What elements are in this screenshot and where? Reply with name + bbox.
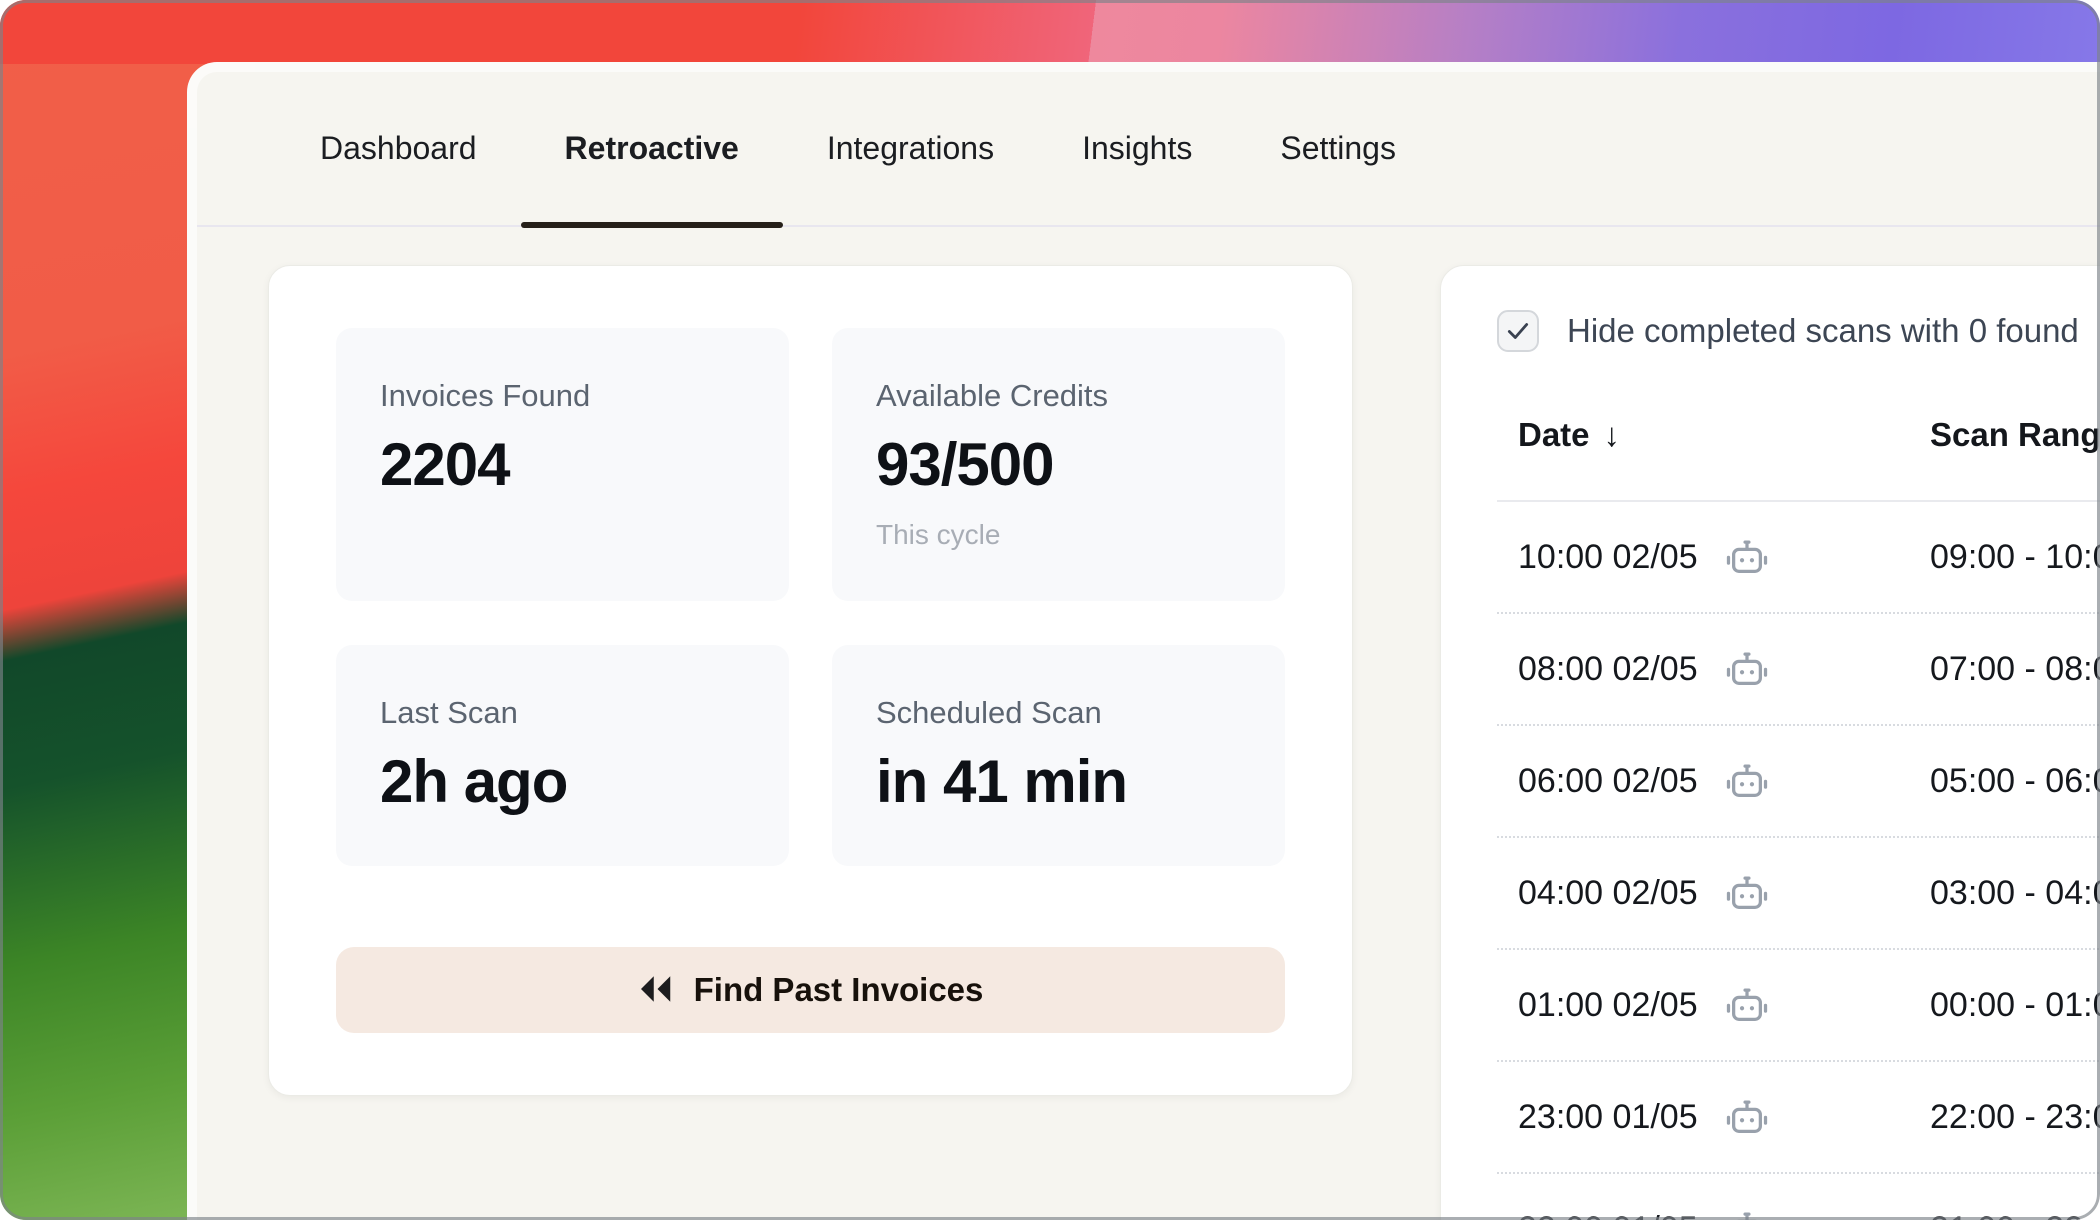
scan-row[interactable]: 22:00 01/05: [1497, 1174, 2100, 1220]
tab-label: Retroactive: [565, 130, 739, 167]
tab-label: Settings: [1280, 130, 1396, 167]
scan-date-cell: 04:00 02/05: [1518, 872, 1930, 914]
stat-tiles: Invoices Found 2204 Available Credits 93…: [336, 328, 1285, 866]
bot-icon: [1724, 1208, 1770, 1220]
active-tab-underline: [521, 222, 783, 228]
tab-integrations[interactable]: Integrations: [783, 72, 1038, 225]
tab-retroactive[interactable]: Retroactive: [521, 72, 783, 225]
scan-date-cell: 23:00 01/05: [1518, 1096, 1930, 1138]
scan-date-cell: 06:00 02/05: [1518, 760, 1930, 802]
find-past-invoices-button[interactable]: Find Past Invoices: [336, 947, 1285, 1033]
scan-row[interactable]: 06:00 02/05: [1497, 726, 2100, 838]
stat-label: Last Scan: [380, 695, 745, 731]
scan-range-cell: 00:00 - 01:00: [1930, 986, 2100, 1025]
scan-range-cell: 05:00 - 06:00: [1930, 762, 2100, 801]
tab-label: Integrations: [827, 130, 994, 167]
scan-row[interactable]: 04:00 02/05: [1497, 838, 2100, 950]
scan-date-cell: 10:00 02/05: [1518, 536, 1930, 578]
tab-insights[interactable]: Insights: [1038, 72, 1236, 225]
bot-icon: [1724, 1096, 1770, 1138]
hide-completed-checkbox[interactable]: [1497, 310, 1539, 352]
column-header-date[interactable]: Date ↓: [1518, 416, 1930, 454]
scan-row[interactable]: 23:00 01/05: [1497, 1062, 2100, 1174]
scan-range-cell: 09:00 - 10:00: [1930, 538, 2100, 577]
column-header-scan-range: Scan Range: [1930, 416, 2100, 454]
table-header-row: Date ↓ Scan Range: [1497, 416, 2100, 502]
stat-tile-invoices-found: Invoices Found 2204: [336, 328, 789, 601]
stat-value: in 41 min: [876, 747, 1241, 816]
stat-tile-last-scan: Last Scan 2h ago: [336, 645, 789, 866]
tab-label: Insights: [1082, 130, 1192, 167]
scan-row[interactable]: 10:00 02/05: [1497, 502, 2100, 614]
stat-value: 2h ago: [380, 747, 745, 816]
scan-row[interactable]: 01:00 02/05: [1497, 950, 2100, 1062]
scan-date-cell: 08:00 02/05: [1518, 648, 1930, 690]
tab-bar: Dashboard Retroactive Integrations Insig…: [197, 72, 2100, 227]
sort-descending-icon: ↓: [1604, 416, 1621, 454]
stat-label: Scheduled Scan: [876, 695, 1241, 731]
stat-label: Invoices Found: [380, 378, 745, 414]
bot-icon: [1724, 536, 1770, 578]
bot-icon: [1724, 648, 1770, 690]
wallpaper-top: [0, 0, 2100, 64]
scan-date-cell: 01:00 02/05: [1518, 984, 1930, 1026]
tab-dashboard[interactable]: Dashboard: [276, 72, 521, 225]
scan-row[interactable]: 08:00 02/05: [1497, 614, 2100, 726]
bot-icon: [1724, 872, 1770, 914]
stat-tile-scheduled-scan: Scheduled Scan in 41 min: [832, 645, 1285, 866]
hide-completed-label[interactable]: Hide completed scans with 0 found: [1567, 312, 2079, 350]
stat-note: This cycle: [876, 519, 1241, 551]
stat-value: 2204: [380, 430, 745, 499]
stat-value: 93/500: [876, 430, 1241, 499]
scans-table: Date ↓ Scan Range 10:00 02/05: [1497, 416, 2100, 1220]
rewind-icon: [638, 973, 674, 1008]
button-label: Find Past Invoices: [694, 971, 984, 1009]
scan-range-cell: 03:00 - 04:00: [1930, 874, 2100, 913]
tab-settings[interactable]: Settings: [1236, 72, 1440, 225]
filter-row: Hide completed scans with 0 found: [1497, 310, 2100, 352]
scans-panel: Hide completed scans with 0 found Date ↓…: [1440, 265, 2100, 1220]
stat-label: Available Credits: [876, 378, 1241, 414]
tab-label: Dashboard: [320, 130, 477, 167]
scan-date-cell: 22:00 01/05: [1518, 1208, 1930, 1220]
checkmark-icon: [1505, 318, 1531, 344]
app-window: Dashboard Retroactive Integrations Insig…: [187, 62, 2100, 1220]
scan-range-cell: 21:00 - 22:00: [1930, 1210, 2100, 1220]
screen: Dashboard Retroactive Integrations Insig…: [0, 0, 2100, 1220]
bot-icon: [1724, 984, 1770, 1026]
stat-tile-available-credits: Available Credits 93/500 This cycle: [832, 328, 1285, 601]
scan-range-cell: 07:00 - 08:00: [1930, 650, 2100, 689]
scan-range-cell: 22:00 - 23:00: [1930, 1098, 2100, 1137]
bot-icon: [1724, 760, 1770, 802]
stats-card: Invoices Found 2204 Available Credits 93…: [268, 265, 1353, 1096]
